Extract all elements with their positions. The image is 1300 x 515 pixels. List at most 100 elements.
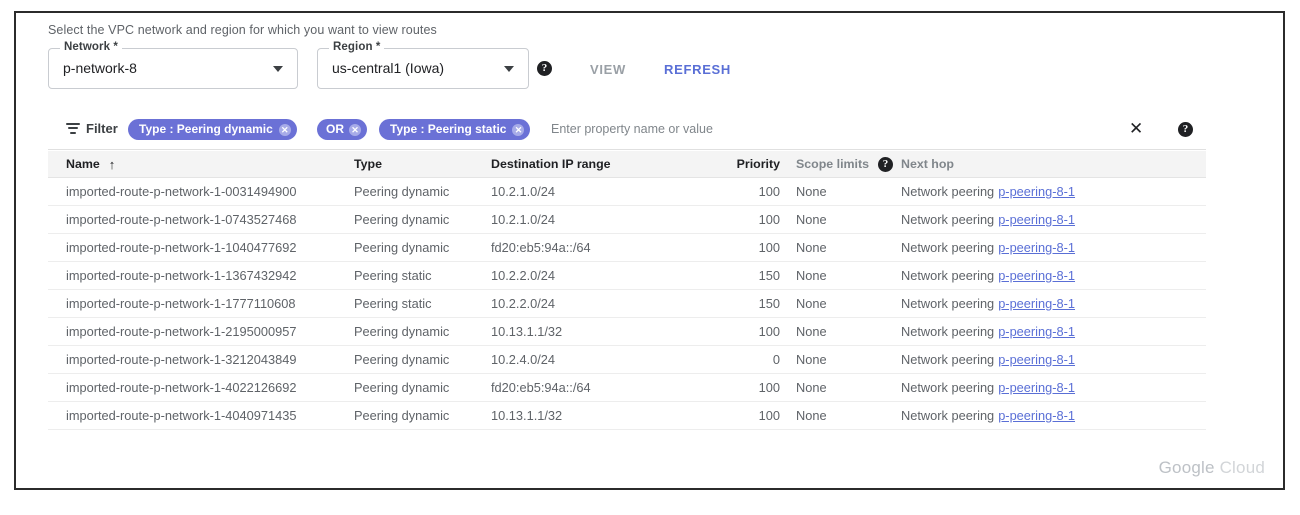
clear-filter-icon[interactable]: ✕ — [1129, 118, 1143, 140]
cell-name: imported-route-p-network-1-1367432942 — [66, 268, 297, 283]
cell-destination-ip-range: 10.2.4.0/24 — [491, 352, 556, 367]
table-row[interactable]: imported-route-p-network-1-1777110608 Pee… — [48, 290, 1206, 318]
table-row[interactable]: imported-route-p-network-1-0031494900 Pee… — [48, 178, 1206, 206]
table-row[interactable]: imported-route-p-network-1-2195000957 Pee… — [48, 318, 1206, 346]
column-header-destination-ip-range[interactable]: Destination IP range — [491, 151, 706, 177]
next-hop-text: Network peering — [901, 212, 995, 227]
filter-chip-text: Type : Peering static — [390, 122, 507, 136]
table-row[interactable]: imported-route-p-network-1-0743527468 Pee… — [48, 206, 1206, 234]
cell-destination-ip-range: fd20:eb5:94a::/64 — [491, 240, 591, 255]
cell-next-hop: Network peering p-peering-8-1 — [901, 374, 1201, 401]
cell-destination-ip-range: fd20:eb5:94a::/64 — [491, 380, 591, 395]
cell-next-hop: Network peering p-peering-8-1 — [901, 290, 1201, 317]
cell-destination-ip-range: 10.2.1.0/24 — [491, 212, 556, 227]
cell-type: Peering dynamic — [354, 352, 450, 367]
next-hop-text: Network peering — [901, 268, 995, 283]
cell-name: imported-route-p-network-1-0743527468 — [66, 212, 297, 227]
filter-chip[interactable]: Type : Peering dynamic ✕ — [128, 119, 297, 140]
cell-name: imported-route-p-network-1-4022126692 — [66, 380, 297, 395]
table-header-row: Name ↑ Type Destination IP range Priorit… — [48, 151, 1206, 178]
cell-priority: 100 — [758, 380, 780, 395]
chevron-down-icon[interactable] — [504, 66, 514, 72]
next-hop-link[interactable]: p-peering-8-1 — [998, 296, 1075, 311]
table-row[interactable]: imported-route-p-network-1-1040477692 Pee… — [48, 234, 1206, 262]
network-select-label: Network * — [60, 41, 122, 53]
cell-type: Peering static — [354, 296, 432, 311]
close-icon[interactable]: ✕ — [512, 123, 525, 136]
next-hop-link[interactable]: p-peering-8-1 — [998, 324, 1075, 339]
cell-name: imported-route-p-network-1-3212043849 — [66, 352, 297, 367]
cell-type: Peering dynamic — [354, 408, 450, 423]
close-icon[interactable]: ✕ — [349, 123, 361, 136]
region-select-value: us-central1 (Iowa) — [332, 60, 445, 76]
cell-type: Peering dynamic — [354, 240, 450, 255]
cell-priority: 100 — [758, 324, 780, 339]
cell-priority: 150 — [758, 296, 780, 311]
network-select[interactable]: Network * p-network-8 — [48, 41, 298, 89]
cell-priority: 100 — [758, 408, 780, 423]
table-row[interactable]: imported-route-p-network-1-4022126692 Pee… — [48, 374, 1206, 402]
next-hop-link[interactable]: p-peering-8-1 — [998, 268, 1075, 283]
filter-label: Filter — [86, 121, 118, 136]
cell-name: imported-route-p-network-1-0031494900 — [66, 184, 297, 199]
filter-input[interactable]: Enter property name or value — [551, 122, 713, 136]
cell-destination-ip-range: 10.2.2.0/24 — [491, 296, 556, 311]
next-hop-link[interactable]: p-peering-8-1 — [998, 184, 1075, 199]
help-icon[interactable]: ? — [1178, 122, 1193, 137]
column-header-type[interactable]: Type — [354, 151, 491, 177]
cell-type: Peering dynamic — [354, 184, 450, 199]
help-icon[interactable]: ? — [878, 156, 893, 172]
cell-priority: 100 — [758, 240, 780, 255]
filter-icon[interactable] — [66, 123, 80, 134]
filter-bar: Filter Type : Peering dynamic ✕ OR ✕ Typ… — [48, 110, 1206, 150]
cell-destination-ip-range: 10.2.1.0/24 — [491, 184, 556, 199]
region-select[interactable]: Region * us-central1 (Iowa) — [317, 41, 529, 89]
routes-table: Name ↑ Type Destination IP range Priorit… — [48, 151, 1206, 430]
next-hop-link[interactable]: p-peering-8-1 — [998, 380, 1075, 395]
next-hop-link[interactable]: p-peering-8-1 — [998, 408, 1075, 423]
table-row[interactable]: imported-route-p-network-1-3212043849 Pee… — [48, 346, 1206, 374]
cell-type: Peering dynamic — [354, 212, 450, 227]
next-hop-text: Network peering — [901, 352, 995, 367]
chevron-down-icon[interactable] — [273, 66, 283, 72]
help-icon[interactable]: ? — [537, 61, 552, 76]
cell-next-hop: Network peering p-peering-8-1 — [901, 206, 1201, 233]
close-icon[interactable]: ✕ — [278, 123, 291, 136]
cell-next-hop: Network peering p-peering-8-1 — [901, 402, 1201, 429]
region-select-label: Region * — [329, 41, 385, 53]
cell-name: imported-route-p-network-1-1777110608 — [66, 296, 296, 311]
next-hop-text: Network peering — [901, 408, 995, 423]
table-row[interactable]: imported-route-p-network-1-4040971435 Pee… — [48, 402, 1206, 430]
sort-ascending-icon: ↑ — [108, 156, 116, 172]
next-hop-link[interactable]: p-peering-8-1 — [998, 352, 1075, 367]
column-header-name[interactable]: Name ↑ — [66, 151, 354, 177]
next-hop-text: Network peering — [901, 324, 995, 339]
google-cloud-logo: Google Cloud — [1158, 458, 1265, 477]
next-hop-text: Network peering — [901, 380, 995, 395]
refresh-button[interactable]: REFRESH — [664, 62, 731, 77]
cell-name: imported-route-p-network-1-2195000957 — [66, 324, 297, 339]
table-row[interactable]: imported-route-p-network-1-1367432942 Pee… — [48, 262, 1206, 290]
cell-priority: 100 — [758, 212, 780, 227]
cell-next-hop: Network peering p-peering-8-1 — [901, 346, 1201, 373]
filter-chip-text: Type : Peering dynamic — [139, 122, 273, 136]
cell-next-hop: Network peering p-peering-8-1 — [901, 234, 1201, 261]
column-header-priority[interactable]: Priority — [706, 151, 780, 177]
cell-type: Peering dynamic — [354, 324, 450, 339]
next-hop-link[interactable]: p-peering-8-1 — [998, 212, 1075, 227]
cell-next-hop: Network peering p-peering-8-1 — [901, 318, 1201, 345]
filter-chip[interactable]: Type : Peering static ✕ — [379, 119, 531, 140]
cell-destination-ip-range: 10.13.1.1/32 — [491, 408, 563, 423]
cell-priority: 100 — [758, 184, 780, 199]
cell-type: Peering static — [354, 268, 432, 283]
filter-chip-operator[interactable]: OR ✕ — [317, 119, 367, 140]
view-button[interactable]: VIEW — [590, 62, 626, 77]
next-hop-text: Network peering — [901, 184, 995, 199]
intro-text: Select the VPC network and region for wh… — [48, 23, 437, 37]
column-header-next-hop[interactable]: Next hop — [901, 151, 1201, 177]
network-select-value: p-network-8 — [63, 60, 137, 76]
screenshot-frame: Select the VPC network and region for wh… — [14, 11, 1285, 490]
next-hop-link[interactable]: p-peering-8-1 — [998, 240, 1075, 255]
cell-priority: 0 — [772, 352, 780, 367]
filter-chip-text: OR — [326, 122, 344, 136]
